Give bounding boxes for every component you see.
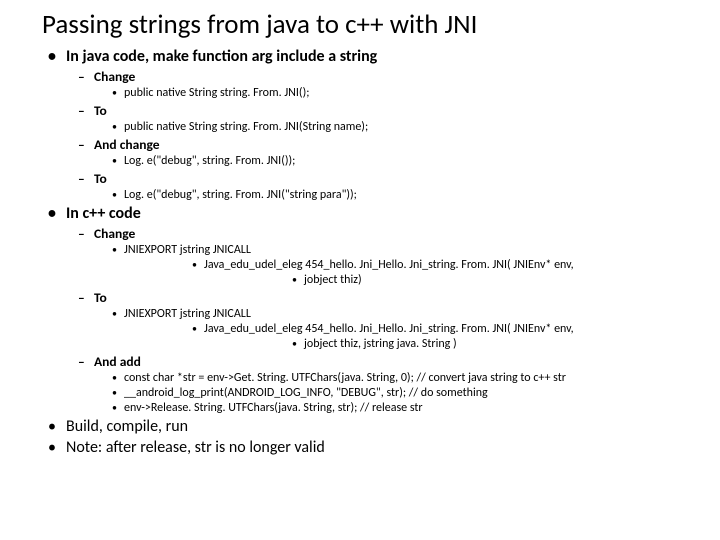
bullet-build: Build, compile, run <box>42 417 696 436</box>
sub-to-2: To Log. e("debug", string. From. JNI("st… <box>66 170 696 202</box>
sub-to-cpp: To JNIEXPORT jstring JNICALL Java_edu_ud… <box>66 289 696 351</box>
sub-to: To public native String string. From. JN… <box>66 102 696 134</box>
text: And change <box>94 136 160 153</box>
bullet-list: In java code, make function arg include … <box>42 47 696 457</box>
text: And add <box>94 353 141 370</box>
code-line: public native String string. From. JNI(S… <box>94 120 696 134</box>
text: In java code, make function arg include … <box>66 47 377 66</box>
code-line: __android_log_print(ANDROID_LOG_INFO, "D… <box>94 386 696 400</box>
slide: Passing strings from java to c++ with JN… <box>0 0 720 473</box>
code-line: JNIEXPORT jstring JNICALL <box>94 307 696 321</box>
code-line: jobject thiz, jstring java. String ) <box>94 337 696 351</box>
code-line: public native String string. From. JNI()… <box>94 86 696 100</box>
bullet-java-code: In java code, make function arg include … <box>42 47 696 202</box>
code-line: Log. e("debug", string. From. JNI()); <box>94 154 696 168</box>
code-line: jobject thiz) <box>94 273 696 287</box>
sub-and-add: And add const char *str = env->Get. Stri… <box>66 353 696 415</box>
sub-and-change: And change Log. e("debug", string. From.… <box>66 136 696 168</box>
text: To <box>94 170 107 187</box>
code-line: Java_edu_udel_eleg 454_hello. Jni_Hello.… <box>94 322 696 336</box>
text: Change <box>94 225 135 242</box>
code-line: JNIEXPORT jstring JNICALL <box>94 243 696 257</box>
sub-change: Change public native String string. From… <box>66 68 696 100</box>
bullet-cpp-code: In c++ code Change JNIEXPORT jstring JNI… <box>42 204 696 415</box>
slide-title: Passing strings from java to c++ with JN… <box>42 8 696 41</box>
code-line: Log. e("debug", string. From. JNI("strin… <box>94 188 696 202</box>
code-line: Java_edu_udel_eleg 454_hello. Jni_Hello.… <box>94 258 696 272</box>
bullet-note: Note: after release, str is no longer va… <box>42 438 696 457</box>
code-line: const char *str = env->Get. String. UTFC… <box>94 371 696 385</box>
text: To <box>94 102 107 119</box>
text: To <box>94 289 107 306</box>
sub-change-cpp: Change JNIEXPORT jstring JNICALL Java_ed… <box>66 225 696 287</box>
text: In c++ code <box>66 204 141 223</box>
text: Change <box>94 68 135 85</box>
code-line: env->Release. String. UTFChars(java. Str… <box>94 401 696 415</box>
